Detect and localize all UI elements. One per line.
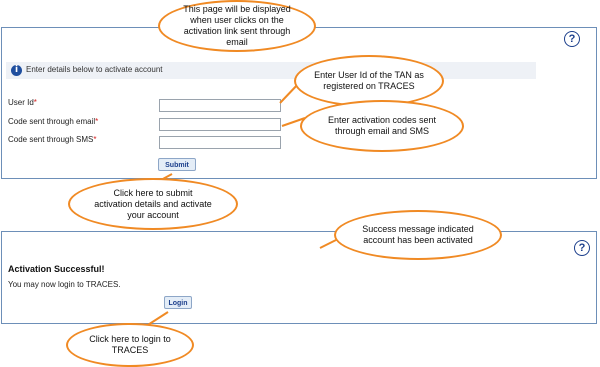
callout-user-id: Enter User Id of the TAN as registered o… (294, 55, 444, 107)
callout-pointers (139, 81, 341, 331)
callout-submit: Click here to submit activation details … (68, 178, 238, 230)
callout-text: Success message indicated account has be… (362, 224, 474, 245)
callout-page-displayed: This page will be displayed when user cl… (158, 0, 316, 52)
callout-text: Enter User Id of the TAN as registered o… (314, 70, 424, 91)
callout-text: This page will be displayed when user cl… (183, 4, 291, 47)
callout-codes: Enter activation codes sent through emai… (300, 100, 464, 152)
callout-success: Success message indicated account has be… (334, 210, 502, 260)
callout-text: Enter activation codes sent through emai… (327, 115, 437, 136)
callout-text: Click here to submit activation details … (94, 187, 212, 220)
callout-text: Click here to login to TRACES (89, 334, 171, 355)
callout-login: Click here to login to TRACES (66, 323, 194, 367)
